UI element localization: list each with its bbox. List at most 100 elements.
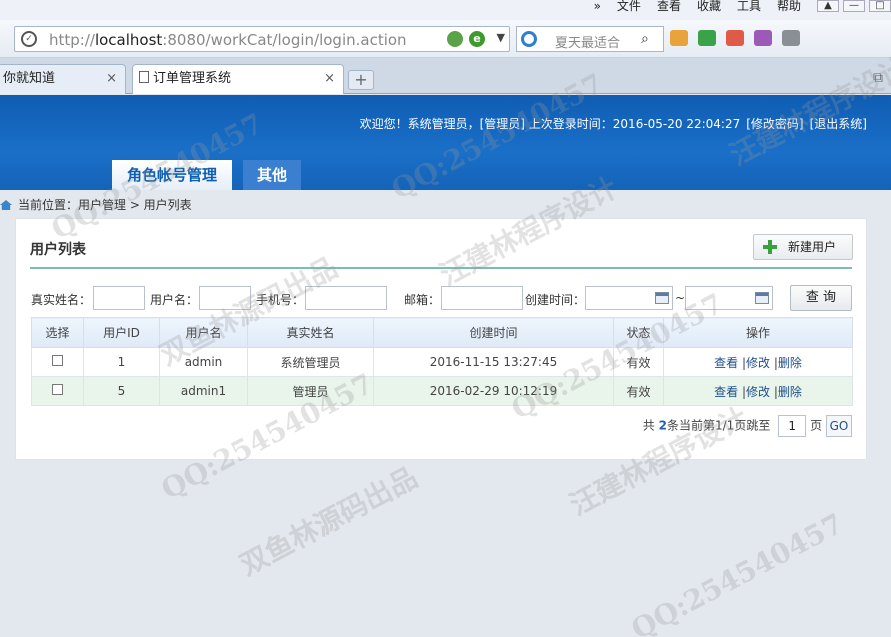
username-cell: admin [159, 347, 248, 377]
col-created-time: 创建时间 [373, 317, 614, 348]
watermark: QQ:254540457 [625, 506, 849, 637]
new-user-button[interactable]: 新建用户 [753, 234, 853, 260]
security-icon[interactable] [698, 30, 716, 46]
change-password-link[interactable]: [修改密码] [746, 117, 803, 131]
close-icon[interactable]: × [106, 65, 117, 93]
created-time-label: 创建时间： [525, 293, 586, 307]
table-row: 5 admin1 管理员 2016-02-29 10:12:19 有效 查看 |… [31, 376, 853, 406]
breadcrumb-text: 当前位置：用户管理 > 用户列表 [18, 198, 192, 212]
pagination: 共 2条当前第1/1页跳至 1页 GO [643, 415, 852, 437]
calendar-icon[interactable] [755, 292, 769, 304]
start-date-input[interactable] [585, 286, 673, 310]
tab-label: 你就知道 [3, 71, 56, 86]
end-date-input[interactable] [685, 286, 773, 310]
table-header-row: 选择 用户ID 用户名 真实姓名 创建时间 状态 操作 [31, 317, 853, 348]
address-bar[interactable]: ✓ http://localhost:8080/workCat/login/lo… [14, 26, 510, 52]
pager-prefix: 共 [642, 418, 655, 433]
tab-1[interactable]: 你就知道 × [0, 64, 126, 94]
filter-bar: 真实姓名： 用户名： 手机号： 邮箱： 创建时间： ~ 查 询 [31, 285, 853, 311]
search-icon[interactable]: ⌕ [641, 30, 659, 48]
user-id-cell: 5 [83, 376, 160, 406]
row-checkbox[interactable] [52, 384, 63, 395]
search-box[interactable]: 夏天最适合 ⌕ [516, 26, 664, 52]
game-icon[interactable] [782, 30, 800, 46]
actions-cell: 查看 |修改 |删除 [663, 376, 853, 406]
browser-menubar: » 文件 查看 收藏 工具 帮助 ▲ — □ [0, 0, 891, 20]
table-row: 1 admin 系统管理员 2016-11-15 13:27:45 有效 查看 … [31, 347, 853, 377]
col-user-id: 用户ID [83, 317, 160, 348]
edit-link[interactable]: 修改 [746, 385, 770, 399]
skin-icon[interactable]: ▲ [817, 0, 839, 12]
tab-tools-icon[interactable]: ⧉ [873, 70, 883, 86]
username-input[interactable] [199, 286, 251, 310]
browser-menu-list: » 文件 查看 收藏 工具 帮助 [594, 0, 801, 12]
delete-link[interactable]: 删除 [778, 385, 802, 399]
user-list-panel: 用户列表 新建用户 真实姓名： 用户名： 手机号： 邮箱： 创建时间： ~ 查 … [15, 218, 867, 460]
welcome-bar: 欢迎您！系统管理员，[管理员] 上次登录时间：2016-05-20 22:04:… [354, 115, 867, 132]
panel-title: 用户列表 [30, 242, 86, 258]
calendar-icon[interactable] [655, 292, 669, 304]
created-time-cell: 2016-02-29 10:12:19 [373, 376, 614, 406]
delete-link[interactable]: 删除 [778, 356, 802, 370]
col-select: 选择 [31, 317, 84, 348]
page-label: 页 [810, 418, 823, 433]
query-button[interactable]: 查 询 [790, 285, 852, 311]
nav-tab-other[interactable]: 其他 [243, 160, 301, 190]
minimize-icon[interactable]: — [843, 0, 865, 12]
address-url[interactable]: http://localhost:8080/workCat/login/logi… [49, 31, 407, 49]
new-tab-button[interactable]: + [348, 70, 374, 90]
go-button[interactable]: GO [826, 415, 852, 437]
logout-link[interactable]: [退出系统] [810, 117, 867, 131]
menu-tools[interactable]: 工具 [737, 0, 761, 12]
security-shield-icon[interactable]: ✓ [21, 31, 37, 47]
col-username: 用户名 [159, 317, 248, 348]
apps-icon[interactable] [670, 30, 688, 46]
tab-2[interactable]: 订单管理系统 × [132, 64, 344, 94]
search-engine-icon[interactable] [521, 31, 537, 47]
title-divider [30, 267, 852, 269]
toolbar-icons [670, 30, 800, 46]
row-select-cell [31, 347, 84, 377]
browser-tab-strip: 你就知道 × 订单管理系统 × + ⧉ [0, 58, 891, 94]
nav-tab-account[interactable]: 角色帐号管理 [112, 160, 232, 190]
row-checkbox[interactable] [52, 355, 63, 366]
col-status: 状态 [613, 317, 664, 348]
search-input[interactable]: 夏天最适合 [555, 32, 633, 51]
phone-input[interactable] [305, 286, 387, 310]
window-controls: ▲ — □ [817, 0, 891, 12]
view-link[interactable]: 查看 [714, 385, 738, 399]
menu-file[interactable]: 文件 [617, 0, 641, 12]
browser-toolbar: ✓ http://localhost:8080/workCat/login/lo… [0, 20, 891, 58]
ie-mode-icon[interactable]: e [469, 31, 485, 47]
pager-suffix: 条当前第1/1页跳至 [667, 418, 771, 433]
app-header: 欢迎您！系统管理员，[管理员] 上次登录时间：2016-05-20 22:04:… [0, 95, 891, 190]
menu-help[interactable]: 帮助 [777, 0, 801, 12]
breadcrumb: 当前位置：用户管理 > 用户列表 [0, 196, 192, 213]
page-number-input[interactable]: 1 [778, 415, 807, 437]
menu-view[interactable]: 查看 [657, 0, 681, 12]
col-real-name: 真实姓名 [247, 317, 374, 348]
email-label: 邮箱： [404, 293, 441, 307]
menu-favorites[interactable]: 收藏 [697, 0, 721, 12]
new-user-label: 新建用户 [788, 240, 837, 254]
edit-link[interactable]: 修改 [746, 356, 770, 370]
tab-label: 订单管理系统 [153, 71, 232, 86]
screenshot-icon[interactable] [754, 30, 772, 46]
url-host: localhost [94, 31, 163, 49]
url-prefix: http:// [49, 31, 95, 49]
welcome-text: 欢迎您！系统管理员，[管理员] 上次登录时间：2016-05-20 22:04:… [359, 117, 741, 131]
real-name-cell: 管理员 [247, 376, 374, 406]
maximize-icon[interactable]: □ [869, 0, 891, 12]
pdf-icon[interactable] [726, 30, 744, 46]
view-link[interactable]: 查看 [714, 356, 738, 370]
real-name-input[interactable] [93, 286, 145, 310]
col-actions: 操作 [663, 317, 853, 348]
phone-label: 手机号： [256, 293, 305, 307]
email-input[interactable] [441, 286, 523, 310]
refresh-icon[interactable] [447, 31, 463, 47]
chevron-down-icon[interactable]: ▼ [497, 31, 505, 44]
plus-icon [763, 240, 777, 254]
home-icon [0, 200, 12, 210]
menu-more[interactable]: » [594, 0, 601, 12]
close-icon[interactable]: × [324, 65, 335, 93]
